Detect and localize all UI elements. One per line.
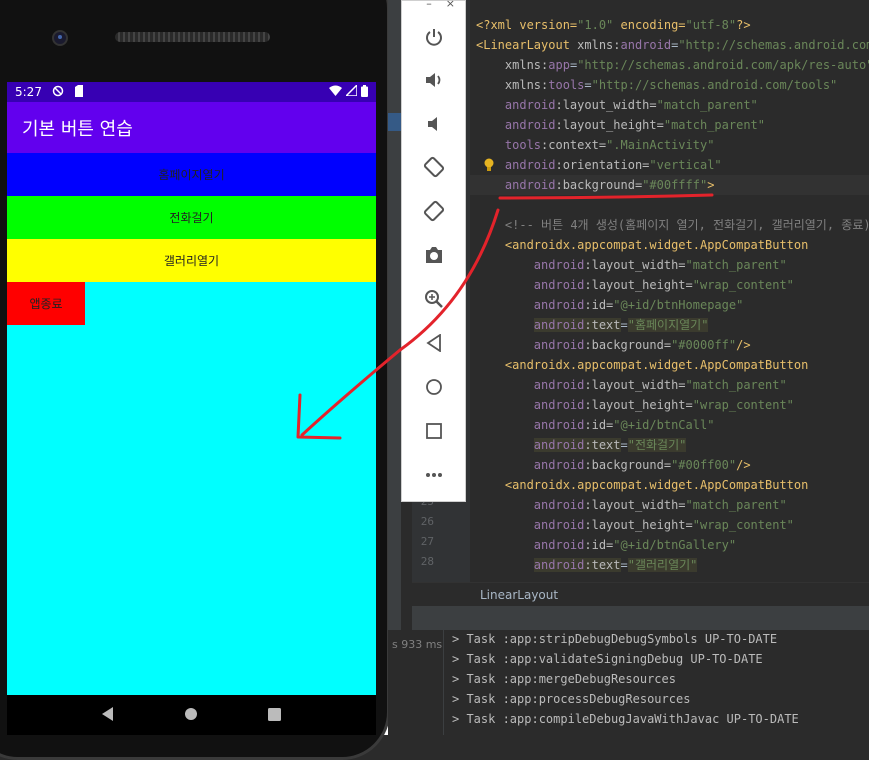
- line-number: 27: [420, 535, 434, 548]
- app-bar: 기본 버튼 연습: [7, 102, 376, 153]
- code-line: <?xml version="1.0" encoding="utf-8"?>: [476, 18, 751, 32]
- code-line: android:text="홈페이지열기": [533, 318, 709, 332]
- power-icon[interactable]: [418, 21, 450, 53]
- code-line: android:orientation="vertical": [504, 158, 722, 172]
- rotate-right-icon[interactable]: [418, 195, 450, 227]
- window-controls: – ×: [402, 0, 465, 11]
- code-line: android:layout_width="match_parent": [533, 258, 787, 272]
- code-line: android:id="@+id/btnGallery": [533, 538, 737, 552]
- signal-icon: [344, 83, 358, 99]
- android-nav-bar: [7, 695, 376, 735]
- app-title: 기본 버튼 연습: [22, 118, 133, 140]
- code-line: android:id="@+id/btnCall": [533, 418, 715, 432]
- code-line: android:text="갤러리열기": [533, 558, 698, 572]
- status-bar: 5:27: [7, 82, 376, 102]
- emulator-frame: 5:27 기본 버튼 연습 홈페이지열기 전화걸기 갤러리열기 앱종료: [0, 0, 398, 760]
- build-task-line: > Task :app:compileDebugJavaWithJavac UP…: [452, 712, 799, 726]
- zoom-icon[interactable]: [418, 283, 450, 315]
- lightbulb-icon[interactable]: [484, 158, 494, 172]
- nav-back-icon[interactable]: [102, 706, 114, 725]
- more-options-icon[interactable]: [418, 459, 450, 491]
- speaker-grille: [115, 32, 270, 42]
- volume-down-icon[interactable]: [418, 108, 450, 140]
- camera-icon: [52, 30, 68, 46]
- emulator-toolbar: – ×: [401, 0, 466, 502]
- code-line: android:background="#00ffff">: [504, 178, 715, 192]
- code-line: <LinearLayout xmlns:android="http://sche…: [476, 38, 869, 52]
- ide-tool-strip: [388, 0, 401, 735]
- wifi-icon: [329, 85, 342, 99]
- exit-app-button[interactable]: 앱종료: [7, 282, 85, 325]
- overview-icon[interactable]: [418, 415, 450, 447]
- call-button[interactable]: 전화걸기: [7, 196, 376, 239]
- code-line: android:text="전화걸기": [533, 438, 687, 452]
- device-screen: 5:27 기본 버튼 연습 홈페이지열기 전화걸기 갤러리열기 앱종료: [7, 82, 376, 695]
- code-line: <!-- 버튼 4개 생성(홈페이지 열기, 전화걸기, 갤러리열기, 종료) …: [504, 218, 869, 232]
- close-button[interactable]: ×: [446, 0, 455, 11]
- breadcrumb-item[interactable]: LinearLayout: [480, 588, 558, 602]
- tool-strip-marker[interactable]: [388, 113, 401, 131]
- code-line: android:layout_width="match_parent": [504, 98, 758, 112]
- code-line: android:layout_height="match_parent": [504, 118, 766, 132]
- code-line: android:id="@+id/btnHomepage": [533, 298, 744, 312]
- code-line: <androidx.appcompat.widget.AppCompatButt…: [504, 238, 809, 252]
- code-line: android:layout_width="match_parent": [533, 378, 787, 392]
- code-line: <androidx.appcompat.widget.AppCompatButt…: [504, 358, 809, 372]
- back-icon[interactable]: [418, 327, 450, 359]
- code-line: android:layout_height="wrap_content": [533, 398, 794, 412]
- line-number: 26: [420, 515, 434, 528]
- build-task-line: > Task :app:mergeDebugResources: [452, 672, 676, 686]
- homepage-button[interactable]: 홈페이지열기: [7, 153, 376, 196]
- volume-up-icon[interactable]: [418, 64, 450, 96]
- rotate-left-icon[interactable]: [418, 151, 450, 183]
- code-line: android:background="#00ff00"/>: [533, 458, 751, 472]
- panel-divider: [412, 606, 869, 630]
- code-line: tools:context=".MainActivity": [504, 138, 715, 152]
- code-line: android:layout_width="match_parent": [533, 498, 787, 512]
- code-line: android:layout_height="wrap_content": [533, 518, 794, 532]
- code-editor[interactable]: <?xml version="1.0" encoding="utf-8"?> <…: [470, 0, 869, 582]
- battery-icon: [361, 84, 368, 100]
- code-line: <androidx.appcompat.widget.AppCompatButt…: [504, 478, 809, 492]
- camera-screenshot-icon[interactable]: [418, 239, 450, 271]
- build-separator: [443, 630, 444, 735]
- build-duration: s 933 ms: [392, 638, 443, 651]
- code-line: xmlns:tools="http://schemas.android.com/…: [504, 78, 838, 92]
- nav-home-icon[interactable]: [184, 706, 198, 725]
- code-line: android:background="#0000ff"/>: [533, 338, 751, 352]
- nav-overview-icon[interactable]: [268, 706, 281, 725]
- build-task-line: > Task :app:stripDebugDebugSymbols UP-TO…: [452, 632, 778, 646]
- code-line: android:layout_height="wrap_content": [533, 278, 794, 292]
- line-number: 28: [420, 555, 434, 568]
- minimize-button[interactable]: –: [426, 0, 432, 11]
- sd-card-icon: [74, 84, 84, 100]
- build-task-line: > Task :app:processDebugResources: [452, 692, 691, 706]
- status-time: 5:27: [15, 85, 42, 99]
- build-task-line: > Task :app:validateSigningDebug UP-TO-D…: [452, 652, 763, 666]
- code-line: xmlns:app="http://schemas.android.com/ap…: [504, 58, 869, 72]
- build-output-panel: s 933 ms > Task :app:stripDebugDebugSymb…: [388, 630, 869, 735]
- breadcrumb[interactable]: LinearLayout: [412, 582, 869, 606]
- settings-notification-icon: [52, 85, 64, 100]
- gallery-button[interactable]: 갤러리열기: [7, 239, 376, 282]
- home-icon[interactable]: [418, 371, 450, 403]
